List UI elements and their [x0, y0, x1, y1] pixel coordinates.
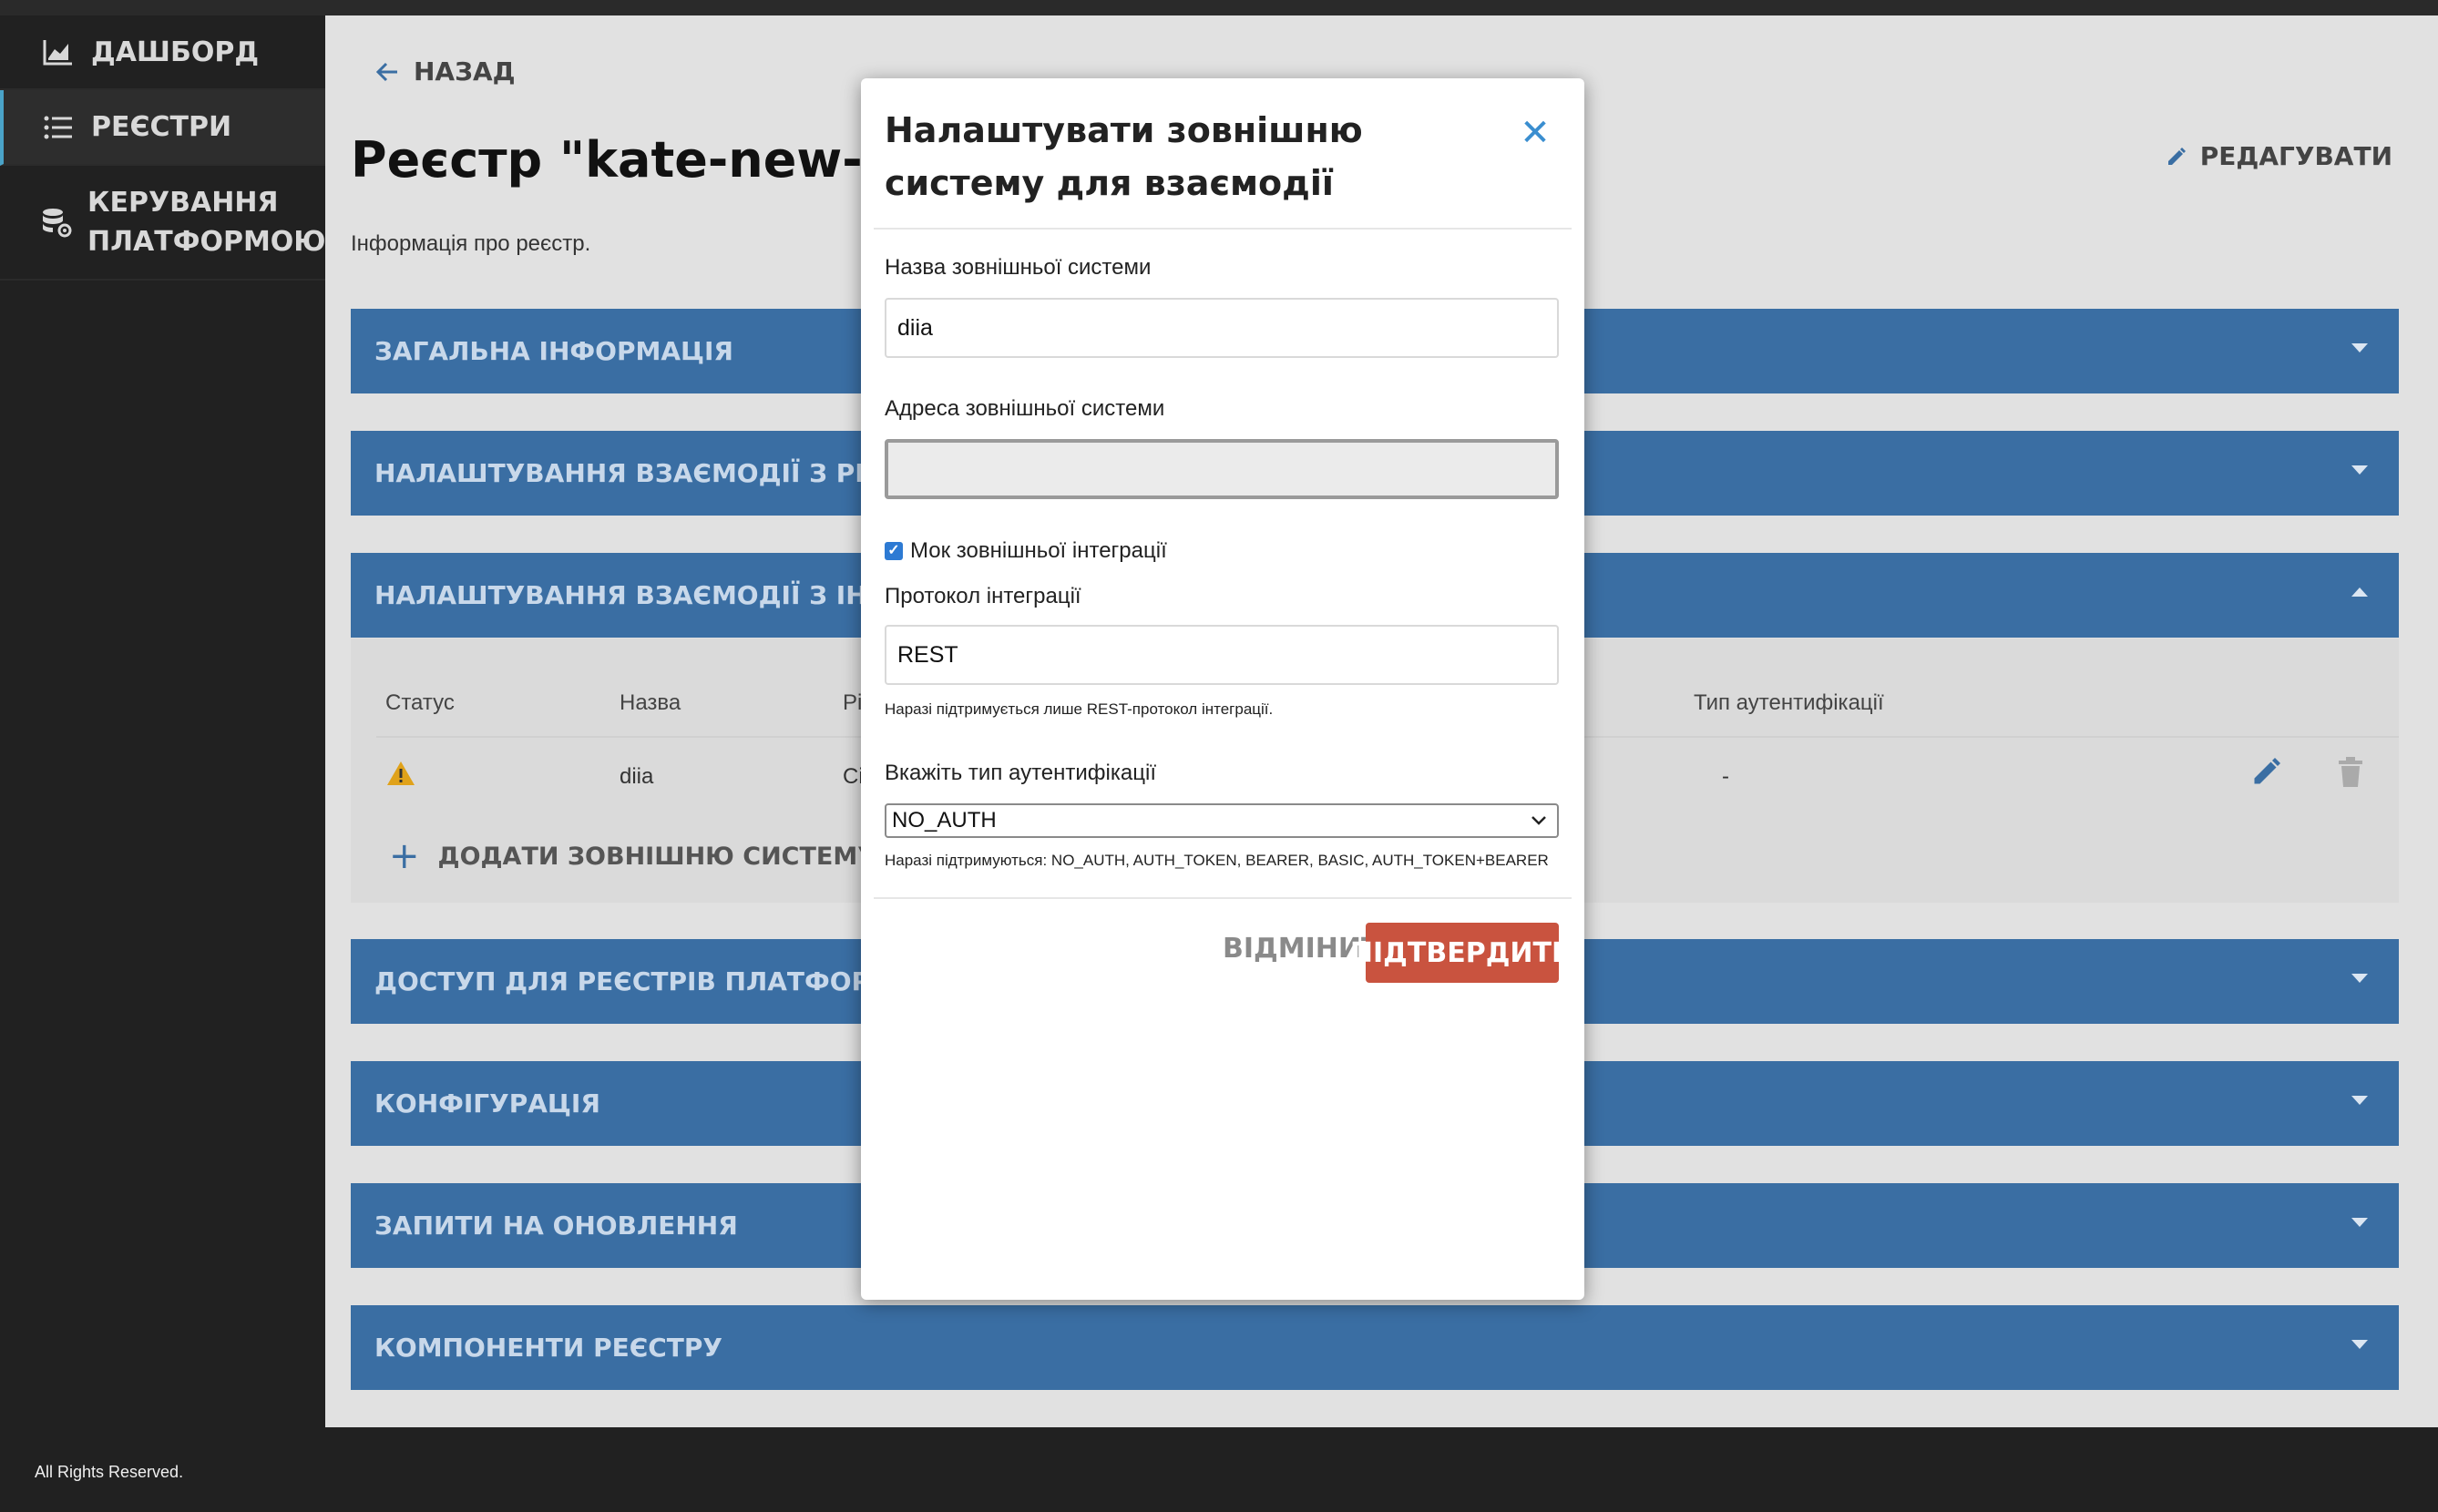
chevron-down-icon [2351, 465, 2368, 475]
add-external-label: Додати зовнішню систему [437, 842, 877, 871]
chevron-down-icon [1530, 811, 1548, 836]
table-header-name: Назва [620, 690, 681, 715]
sidebar-item-label: Реєстри [91, 111, 232, 143]
edit-label: Редагувати [2199, 141, 2392, 171]
auth-select-value: NO_AUTH [892, 808, 997, 833]
auth-hint: Наразі підтримуються: NO_AUTH, AUTH_TOKE… [885, 852, 1549, 869]
accordion-registry-components[interactable]: Компоненти реєстру [351, 1305, 2399, 1390]
address-label: Адреса зовнішньої системи [885, 396, 1165, 421]
chevron-down-icon [2351, 343, 2368, 352]
sidebar-item-registries[interactable]: Реєстри [0, 90, 325, 166]
modal-divider-top [874, 228, 1572, 230]
top-strip [0, 0, 2438, 15]
back-button[interactable]: Назад [375, 56, 516, 87]
chart-icon [40, 34, 77, 70]
protocol-hint: Наразі підтримується лише REST-протокол … [885, 700, 1274, 718]
name-label: Назва зовнішньої системи [885, 255, 1152, 280]
table-cell-auth: - [1722, 764, 1729, 789]
chevron-down-icon [2351, 1218, 2368, 1227]
name-input[interactable]: diia [885, 298, 1559, 358]
edit-button[interactable]: Редагувати [2166, 141, 2392, 171]
mock-checkbox[interactable]: ✓ Мок зовнішньої інтеграції [885, 538, 1167, 564]
protocol-label: Протокол інтеграції [885, 584, 1081, 608]
modal-title: Налаштувати зовнішню систему для взаємод… [885, 110, 1363, 203]
protocol-input[interactable]: REST [885, 625, 1559, 685]
auth-label: Вкажіть тип аутентифікації [885, 761, 1156, 785]
warning-icon [385, 760, 416, 792]
table-header-col3: Рі [843, 690, 863, 715]
close-icon[interactable]: ✕ [1519, 115, 1552, 151]
auth-select[interactable]: NO_AUTH [885, 803, 1559, 838]
chevron-down-icon [2351, 1340, 2368, 1349]
sidebar-item-platform[interactable]: Керування платформою [0, 166, 326, 281]
plus-icon: + [389, 835, 420, 877]
edit-row-icon[interactable] [2250, 755, 2283, 792]
sidebar-item-label-line2: платформою [87, 226, 326, 258]
chevron-down-icon [2351, 1096, 2368, 1105]
modal-divider-bottom [874, 897, 1572, 899]
arrow-left-icon [375, 62, 397, 81]
footer-text: All Rights Reserved. [35, 1463, 184, 1481]
chevron-down-icon [2351, 974, 2368, 983]
trash-icon[interactable] [2337, 757, 2364, 792]
table-cell-name: diia [620, 764, 654, 789]
sidebar-item-label: Дашборд [91, 36, 260, 68]
checkmark-icon: ✓ [885, 542, 903, 560]
list-icon [40, 109, 77, 146]
accordion-label: Запити на оновлення [374, 1211, 738, 1241]
accordion-label: Конфігурація [374, 1088, 600, 1119]
accordion-label: Загальна інформація [374, 336, 733, 366]
accordion-label: Компоненти реєстру [374, 1333, 723, 1363]
confirm-button[interactable]: Підтвердити [1350, 923, 1574, 983]
sidebar-item-label-wrap: Керування платформою [87, 183, 326, 261]
sidebar-item-label-line1: Керування [87, 187, 279, 219]
mock-label: Мок зовнішньої інтеграції [910, 538, 1167, 563]
database-gear-icon [40, 204, 73, 240]
table-header-status: Статус [385, 690, 455, 715]
address-input[interactable] [885, 439, 1559, 499]
sidebar-item-dashboard[interactable]: Дашборд [0, 15, 325, 90]
external-system-modal: Налаштувати зовнішню систему для взаємод… [861, 78, 1584, 1300]
table-header-auth: Тип аутентифікації [1694, 690, 1884, 715]
pencil-icon [2167, 147, 2186, 165]
back-label: Назад [414, 56, 516, 87]
page-subtitle: Інформація про реєстр. [351, 231, 591, 256]
chevron-up-icon [2351, 587, 2368, 597]
sidebar: Дашборд Реєстри Керування платформою [0, 15, 326, 1427]
add-external-system-button[interactable]: + Додати зовнішню систему [389, 835, 876, 877]
